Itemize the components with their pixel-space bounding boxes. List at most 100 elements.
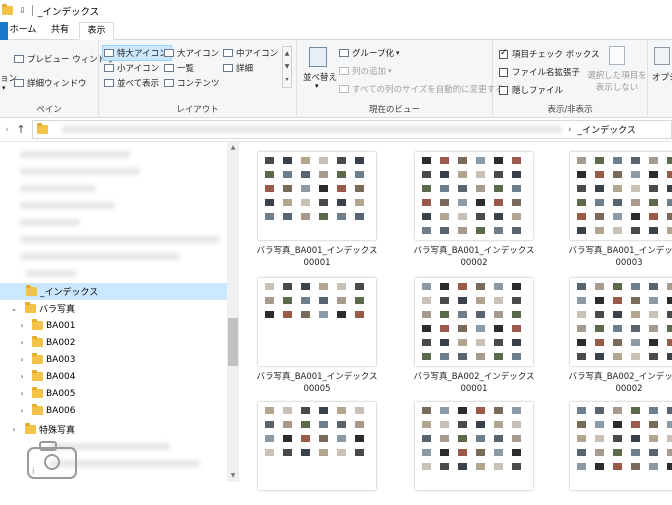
file-name[interactable]: バラ写真_BA001_インデックス 00001 <box>250 245 384 269</box>
file-thumbnail[interactable] <box>415 402 533 490</box>
thumbnail-photo <box>458 421 467 428</box>
file-name[interactable]: バラ写真_BA002_インデックス 00002 <box>562 371 672 395</box>
details-pane-button[interactable]: 詳細ウィンドウ <box>14 77 87 89</box>
up-button[interactable]: ↑ <box>14 123 28 136</box>
tree-item-ba001[interactable]: › BA001 <box>0 317 228 334</box>
thumbnail-photo <box>613 283 622 290</box>
thumbnail-photo <box>440 421 449 428</box>
sort-button[interactable]: 並べ替え <box>303 71 337 83</box>
tree-item-blurred[interactable] <box>0 248 228 265</box>
thumbnail-photo <box>631 353 640 360</box>
fit-columns-button[interactable]: すべての列のサイズを自動的に変更する <box>339 83 504 95</box>
thumbnail-photo <box>649 227 658 234</box>
tree-item-ba004[interactable]: › BA004 <box>0 368 228 385</box>
tree-item-blurred[interactable] <box>0 163 228 180</box>
hidden-items-toggle[interactable]: 隠しファイル <box>499 84 563 96</box>
tree-item-blurred[interactable] <box>0 197 228 214</box>
chevron-right-icon[interactable]: › <box>18 389 26 398</box>
nav-pane-dropdown[interactable]: ▾ <box>2 84 6 92</box>
tab-view[interactable]: 表示 <box>79 22 114 40</box>
file-thumbnail[interactable] <box>258 402 376 490</box>
thumbnail-photo <box>422 421 431 428</box>
group-by-button[interactable]: グループ化 ▾ <box>339 47 400 59</box>
file-thumbnail[interactable] <box>415 278 533 366</box>
file-thumbnail[interactable] <box>415 152 533 240</box>
thumbnail-photo <box>440 325 449 332</box>
tree-item-blurred[interactable] <box>0 214 228 231</box>
thumbnail-photo <box>440 199 449 206</box>
file-extensions-toggle[interactable]: ファイル名拡張子 <box>499 66 580 78</box>
chevron-right-icon[interactable]: › <box>18 406 26 415</box>
file-name[interactable]: バラ写真_BA001_インデックス 00005 <box>250 371 384 395</box>
tab-share[interactable]: 共有 <box>46 22 74 40</box>
thumbnail-photo <box>265 407 274 414</box>
add-columns-button[interactable]: 列の追加 ▾ <box>339 65 392 77</box>
qa-toolbar-dropdown[interactable]: ⇩ <box>19 6 26 15</box>
add-columns-icon <box>339 67 349 75</box>
layout-large-icons[interactable]: 大アイコン <box>164 47 219 59</box>
tree-item-blurred[interactable] <box>0 180 228 197</box>
layout-tiles[interactable]: 並べて表示 <box>104 77 159 89</box>
chevron-down-icon[interactable]: ⌄ <box>10 304 18 313</box>
chevron-right-icon[interactable]: › <box>18 338 26 347</box>
layout-list[interactable]: 一覧 <box>164 62 194 74</box>
thumbnail-photo <box>577 199 586 206</box>
layout-details[interactable]: 詳細 <box>223 62 253 74</box>
file-name-line: 00002 <box>615 384 643 394</box>
thumbnail-photo <box>337 311 346 318</box>
thumbnail-photo <box>283 421 292 428</box>
chevron-right-icon[interactable]: › <box>18 372 26 381</box>
hide-selected-button[interactable]: 選択した項目を 表示しない <box>585 70 649 94</box>
layout-label: 詳細 <box>236 64 254 74</box>
tree-item-ba002[interactable]: › BA002 <box>0 334 228 351</box>
layout-small-icons[interactable]: 小アイコン <box>104 62 159 74</box>
layout-scroll-arrows[interactable]: ▲ ▼ ▾ <box>282 46 292 88</box>
options-button[interactable]: オプシ <box>652 71 672 83</box>
tree-item-special-photos[interactable]: › 特殊写真 <box>0 421 228 438</box>
tree-item-ba005[interactable]: › BA005 <box>0 385 228 402</box>
item-checkboxes-toggle[interactable]: 項目チェック ボックス <box>499 48 599 60</box>
breadcrumb-current[interactable]: _インデックス <box>578 123 636 136</box>
folder-icon <box>32 319 43 330</box>
chevron-right-icon[interactable]: › <box>18 321 26 330</box>
tree-item-index-folder[interactable]: _インデックス <box>0 283 228 300</box>
thumbnail-photo <box>649 185 658 192</box>
layout-content[interactable]: コンテンツ <box>164 77 220 89</box>
tree-item-blurred[interactable] <box>0 265 228 282</box>
details-pane-label: 詳細ウィンドウ <box>27 79 87 89</box>
tree-item-ba006[interactable]: › BA006 <box>0 402 228 419</box>
thumbnail-photo <box>440 449 449 456</box>
file-name[interactable]: バラ写真_BA001_インデックス 00003 <box>562 245 672 269</box>
tree-item-label: BA001 <box>46 320 76 331</box>
tab-home[interactable]: ホーム <box>8 22 38 40</box>
thumbnail-photo <box>422 185 431 192</box>
tree-item-blurred[interactable] <box>0 146 228 163</box>
thumbnail-photo <box>649 421 658 428</box>
tree-item-photos-folder[interactable]: ⌄ バラ写真 <box>0 300 228 317</box>
layout-xl-icons[interactable]: 特大アイコン <box>102 45 172 61</box>
file-name[interactable]: バラ写真_BA001_インデックス 00002 <box>407 245 541 269</box>
thumbnail-photo <box>265 199 274 206</box>
nav-scrollbar[interactable]: ▲ ▼ <box>227 142 239 482</box>
chevron-right-icon[interactable]: › <box>10 425 18 434</box>
thumbnail-photo <box>301 435 310 442</box>
chevron-right-icon[interactable]: › <box>18 355 26 364</box>
back-button[interactable]: › <box>0 125 14 135</box>
thumbnail-photo <box>667 463 672 470</box>
file-name[interactable]: バラ写真_BA002_インデックス 00001 <box>407 371 541 395</box>
layout-medium-icons[interactable]: 中アイコン <box>223 47 278 59</box>
scroll-up-arrow[interactable]: ▲ <box>227 142 239 154</box>
tree-item-blurred[interactable] <box>0 231 228 248</box>
breadcrumb-separator[interactable]: › <box>568 125 572 135</box>
file-thumbnail[interactable] <box>258 278 376 366</box>
file-thumbnail[interactable] <box>258 152 376 240</box>
file-thumbnail[interactable] <box>570 278 672 366</box>
file-thumbnail[interactable] <box>570 402 672 490</box>
scroll-thumb[interactable] <box>228 318 238 366</box>
thumbnail-photo <box>613 435 622 442</box>
tab-file[interactable] <box>0 22 8 40</box>
address-field[interactable]: › _インデックス <box>32 120 672 139</box>
tree-item-ba003[interactable]: › BA003 <box>0 351 228 368</box>
scroll-down-arrow[interactable]: ▼ <box>227 470 239 482</box>
file-thumbnail[interactable] <box>570 152 672 240</box>
